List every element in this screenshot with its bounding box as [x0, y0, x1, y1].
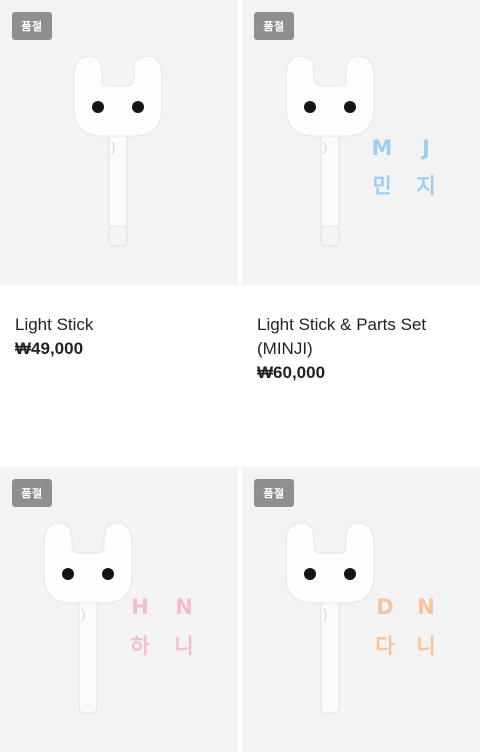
- parts-letters: H N 하 니: [130, 595, 193, 658]
- product-grid: 품절 Light Stick ₩49,000 M J 민 지 품절 Light …: [0, 0, 480, 752]
- light-stick-icon: [73, 55, 163, 247]
- svg-text:D: D: [376, 595, 393, 619]
- svg-text:N: N: [175, 595, 193, 619]
- svg-text:H: H: [131, 595, 149, 619]
- light-stick-icon: D N 다 니: [285, 522, 436, 714]
- product-card-light-stick[interactable]: 품절 Light Stick ₩49,000: [0, 0, 238, 460]
- svg-text:다: 다: [375, 634, 395, 658]
- svg-text:M: M: [372, 136, 393, 160]
- product-card-parts-set-minji[interactable]: M J 민 지 품절 Light Stick & Parts Set (MINJ…: [242, 0, 480, 460]
- svg-text:지: 지: [416, 174, 435, 198]
- sold-out-badge: 품절: [254, 12, 294, 40]
- product-price: ₩60,000: [257, 363, 326, 382]
- svg-text:J: J: [420, 136, 430, 160]
- product-image[interactable]: M J 민 지 품절: [242, 0, 480, 285]
- svg-text:니: 니: [416, 634, 435, 658]
- product-image[interactable]: 품절: [0, 0, 238, 285]
- product-image[interactable]: H N 하 니 품절: [0, 467, 238, 752]
- sold-out-badge: 품절: [12, 479, 52, 507]
- product-name[interactable]: Light Stick: [15, 313, 225, 337]
- product-card-parts-set-danielle[interactable]: D N 다 니 품절: [242, 467, 480, 752]
- parts-letters: M J 민 지: [372, 136, 436, 198]
- product-name[interactable]: Light Stick & Parts Set (MINJI): [257, 313, 467, 361]
- svg-text:니: 니: [174, 634, 193, 658]
- product-image[interactable]: D N 다 니 품절: [242, 467, 480, 752]
- parts-letters: D N 다 니: [375, 595, 435, 658]
- sold-out-badge: 품절: [254, 479, 294, 507]
- light-stick-icon: M J 민 지: [285, 55, 436, 247]
- svg-text:하: 하: [130, 634, 150, 658]
- product-card-parts-set-hanni[interactable]: H N 하 니 품절: [0, 467, 238, 752]
- svg-text:민: 민: [372, 174, 391, 198]
- product-price: ₩49,000: [15, 339, 84, 358]
- sold-out-badge: 품절: [12, 12, 52, 40]
- light-stick-icon: H N 하 니: [43, 522, 194, 714]
- svg-text:N: N: [417, 595, 435, 619]
